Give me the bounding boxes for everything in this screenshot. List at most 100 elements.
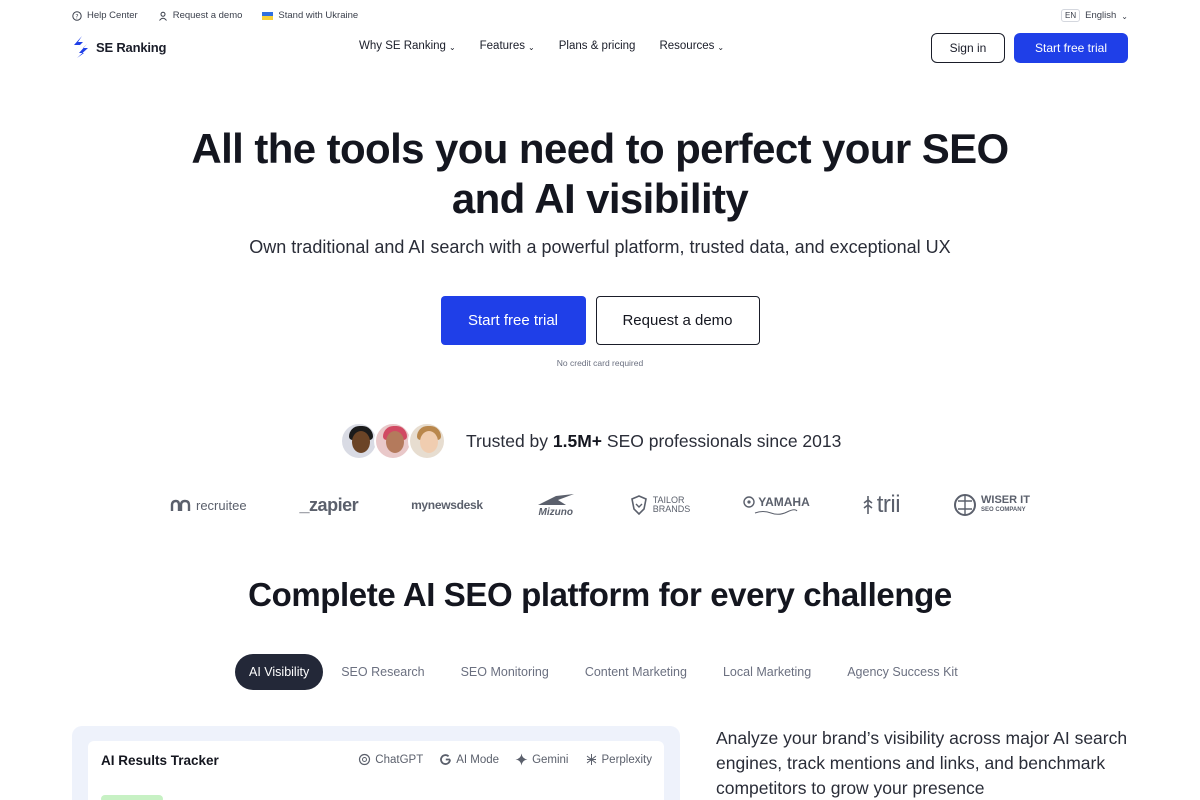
brands-text: BRANDS <box>652 504 691 514</box>
yamaha-tuning-fork-icon <box>743 496 755 508</box>
avatar <box>340 422 378 460</box>
avatar <box>374 422 412 460</box>
tailor-shield-icon <box>630 495 647 515</box>
chatgpt-icon <box>359 753 371 766</box>
engine-label: Perplexity <box>601 753 653 766</box>
trii-tree-icon <box>863 496 873 514</box>
svg-text:?: ? <box>75 13 78 20</box>
ukraine-flag-icon <box>262 11 274 20</box>
nav-why-se-ranking[interactable]: Why SE Ranking ⌄ <box>359 40 456 52</box>
trusted-suffix: SEO professionals since 2013 <box>606 430 842 451</box>
engine-label: AI Mode <box>456 753 500 766</box>
chevron-down-icon: ⌄ <box>717 42 725 52</box>
tab-local-marketing[interactable]: Local Marketing <box>705 654 829 690</box>
se-ranking-logo-icon <box>72 36 90 58</box>
hero-title-line-1: All the tools you need to perfect your S… <box>191 125 1009 172</box>
hero-subtitle: Own traditional and AI search with a pow… <box>249 237 951 257</box>
ukraine-label: Stand with Ukraine <box>278 10 359 21</box>
nav-link-label: Plans & pricing <box>558 40 636 52</box>
gemini-sparkle-icon <box>515 753 528 766</box>
help-center-link[interactable]: ? Help Center <box>72 10 138 21</box>
avatar-face <box>386 431 404 453</box>
tracker-title: AI Results Tracker <box>101 753 219 768</box>
trusted-count: 1.5M+ <box>552 430 603 451</box>
language-label: English <box>1085 10 1117 21</box>
language-selector[interactable]: EN English ⌄ <box>1061 9 1128 22</box>
language-code-badge: EN <box>1061 9 1081 22</box>
tab-seo-monitoring[interactable]: SEO Monitoring <box>443 654 567 690</box>
ukraine-link[interactable]: Stand with Ukraine <box>262 10 358 21</box>
nav-features[interactable]: Features ⌄ <box>480 40 535 52</box>
trii-logo: trii <box>863 491 901 519</box>
engine-perplexity[interactable]: Perplexity <box>585 753 653 766</box>
request-demo-label: Request a demo <box>172 10 243 21</box>
engine-label: Gemini <box>532 753 569 766</box>
section-title: Complete AI SEO platform for every chall… <box>248 576 952 613</box>
nav-link-label: Features <box>479 40 526 52</box>
zapier-text: _zapier <box>299 494 359 515</box>
trii-text: trii <box>876 491 901 518</box>
tab-seo-research[interactable]: SEO Research <box>323 654 442 690</box>
request-demo-button[interactable]: Request a demo <box>595 296 760 345</box>
tracker-panel: AI Results Tracker ChatGPT AI Mode Gemin… <box>88 741 664 800</box>
mynewsdesk-logo: mynewsdesk <box>411 498 483 512</box>
hero-title: All the tools you need to perfect your S… <box>0 124 1200 224</box>
wiser-it-logo: WISER IT SEO COMPANY <box>953 493 1030 517</box>
mizuno-logo: Mizuno <box>536 493 576 518</box>
wiser-brain-icon <box>954 494 977 516</box>
no-credit-card-note: No credit card required <box>556 358 644 368</box>
tailor-brands-logo: TAILOR BRANDS <box>629 495 691 515</box>
trusted-prefix: Trusted by <box>466 430 549 451</box>
perplexity-icon <box>586 754 596 765</box>
engine-gemini[interactable]: Gemini <box>515 753 569 766</box>
yamaha-tagline-scribble <box>755 509 798 515</box>
yamaha-text: YAMAHA <box>758 495 810 509</box>
mizuno-runbird-icon <box>537 493 574 505</box>
help-center-label: Help Center <box>87 10 138 21</box>
feature-tabs: AI Visibility SEO Research SEO Monitorin… <box>235 654 976 690</box>
engine-ai-mode[interactable]: AI Mode <box>439 753 499 766</box>
tab-content-marketing[interactable]: Content Marketing <box>567 654 705 690</box>
tab-ai-visibility[interactable]: AI Visibility <box>235 654 324 690</box>
chevron-down-icon: ⌄ <box>528 42 535 52</box>
zapier-logo: _zapier <box>300 495 359 516</box>
engine-label: ChatGPT <box>375 753 424 766</box>
chevron-down-icon: ⌄ <box>1121 12 1128 21</box>
yamaha-logo: YAMAHA <box>743 495 810 515</box>
seo-company-text: SEO COMPANY <box>981 507 1026 513</box>
nav-resources[interactable]: Resources ⌄ <box>659 40 724 52</box>
hero-cta-row: Start free trial Request a demo <box>0 296 1200 345</box>
engine-chatgpt[interactable]: ChatGPT <box>358 753 423 766</box>
feature-description: Analyze your brand’s visibility across m… <box>716 728 1128 798</box>
brand-logo[interactable]: SE Ranking <box>72 36 166 58</box>
mizuno-text: Mizuno <box>538 506 573 518</box>
help-circle-icon: ? <box>72 10 82 21</box>
trusted-text: Trusted by 1.5M+ SEO professionals since… <box>466 431 841 452</box>
recruitee-logo: recruitee <box>170 498 247 513</box>
nav-links: Why SE Ranking ⌄ Features ⌄ Plans & pricin… <box>359 40 724 52</box>
start-trial-nav-button[interactable]: Start free trial <box>1014 33 1128 63</box>
ai-results-tracker-card: AI Results Tracker ChatGPT AI Mode Gemin… <box>72 726 680 800</box>
brand-name: SE Ranking <box>96 39 167 55</box>
avatar <box>408 422 446 460</box>
avatar-face <box>420 431 438 453</box>
request-demo-link[interactable]: Request a demo <box>158 10 243 21</box>
google-g-icon <box>440 754 452 765</box>
hero-title-line-2: and AI visibility <box>451 175 749 222</box>
nav-link-label: Resources <box>659 40 715 52</box>
chevron-down-icon: ⌄ <box>448 42 456 52</box>
nav-plans-pricing[interactable]: Plans & pricing <box>559 40 636 52</box>
utility-links: ? Help Center Request a demo Stand with … <box>72 10 358 21</box>
trusted-row: Trusted by 1.5M+ SEO professionals since… <box>340 422 841 460</box>
nav-link-label: Why SE Ranking <box>359 40 446 52</box>
user-icon <box>158 11 167 21</box>
avatar-group <box>340 422 446 460</box>
utility-bar: ? Help Center Request a demo Stand with … <box>0 0 1200 32</box>
start-free-trial-button[interactable]: Start free trial <box>440 296 586 345</box>
sign-in-button[interactable]: Sign in <box>931 33 1005 63</box>
recruitee-mark-icon <box>170 499 191 511</box>
tab-agency-success-kit[interactable]: Agency Success Kit <box>829 654 975 690</box>
engine-list: ChatGPT AI Mode Gemini Perplexity <box>358 753 652 766</box>
mynewsdesk-text: mynewsdesk <box>411 498 483 512</box>
client-logos: recruitee _zapier mynewsdesk Mizuno TAIL… <box>170 488 1030 522</box>
